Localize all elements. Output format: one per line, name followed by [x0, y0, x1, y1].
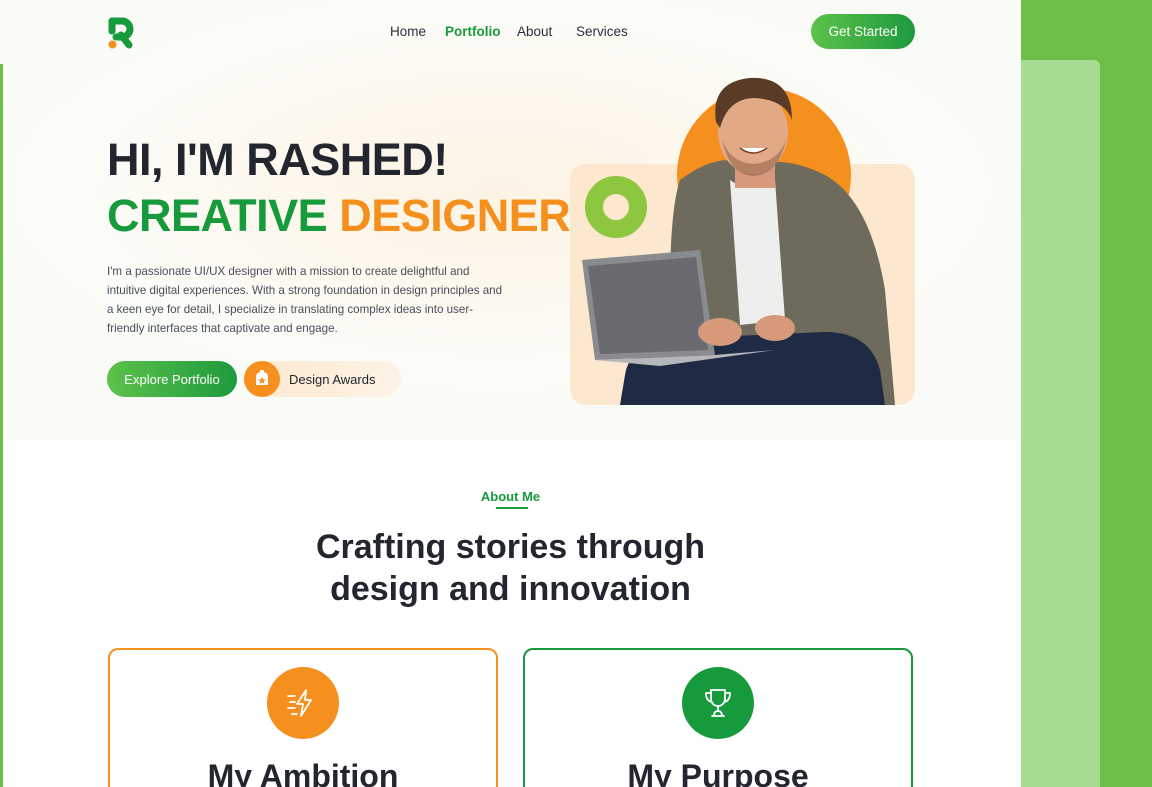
about-label-underline [496, 507, 528, 509]
hero-role-creative: CREATIVE [107, 190, 328, 241]
ambition-card[interactable]: My Ambition [108, 648, 498, 787]
hero-greeting: HI, I'M RASHED! [107, 134, 448, 185]
purpose-card[interactable]: My Purpose [523, 648, 913, 787]
portfolio-page: Home Portfolio About Services Get Starte… [0, 0, 1021, 787]
nav-portfolio[interactable]: Portfolio [445, 24, 501, 39]
hero-intro: I'm a passionate UI/UX designer with a m… [107, 264, 503, 335]
rashed-logo[interactable] [108, 15, 136, 51]
about-heading-line-2: design and innovation [330, 570, 691, 608]
design-awards-button[interactable]: Design Awards [244, 361, 401, 397]
about-heading: Crafting stories through design and inno… [0, 526, 1021, 610]
ambition-card-title: My Ambition [207, 758, 399, 787]
hero-role-designer: DESIGNER [339, 190, 571, 241]
lightning-icon [267, 667, 339, 739]
hero-role: CREATIVE DESIGNER [107, 190, 571, 242]
design-awards-label: Design Awards [289, 371, 376, 387]
explore-portfolio-button[interactable]: Explore Portfolio [107, 361, 237, 397]
award-badge-icon [244, 361, 280, 397]
get-started-button[interactable]: Get Started [811, 14, 915, 49]
designer-portrait [582, 77, 895, 405]
page-edge-accent [0, 64, 3, 787]
nav-home[interactable]: Home [390, 24, 426, 39]
nav-services[interactable]: Services [576, 24, 628, 39]
about-section-label: About Me [480, 489, 541, 504]
trophy-icon [682, 667, 754, 739]
about-heading-line-1: Crafting stories through [315, 528, 706, 566]
nav-about[interactable]: About [517, 24, 552, 39]
purpose-card-title: My Purpose [627, 758, 809, 787]
